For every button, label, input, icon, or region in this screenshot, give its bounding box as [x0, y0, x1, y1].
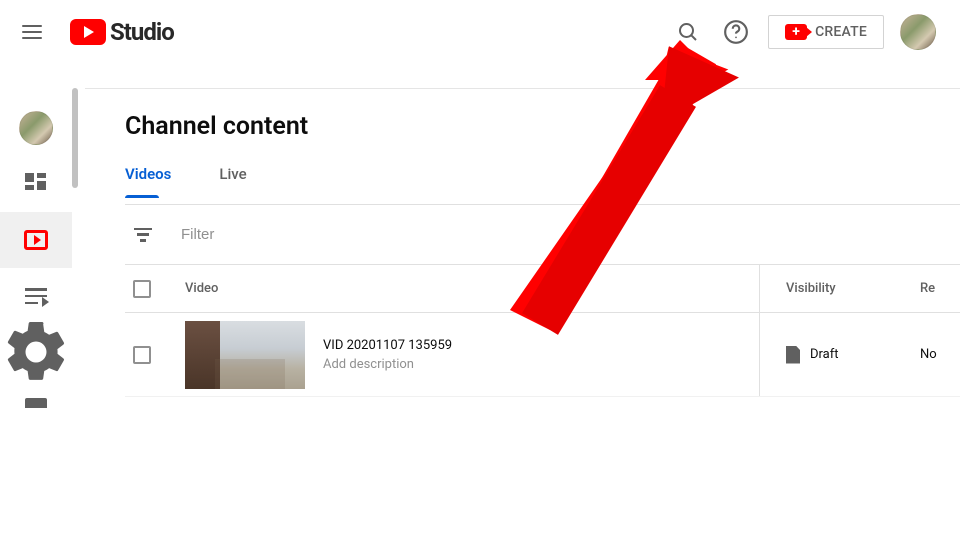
- draft-icon: [786, 346, 800, 364]
- studio-logo[interactable]: Studio: [70, 18, 174, 46]
- channel-avatar-icon: [19, 111, 53, 145]
- help-icon: [723, 19, 749, 45]
- column-restrictions[interactable]: Re: [920, 281, 960, 296]
- restrictions-value: No: [920, 347, 960, 362]
- dashboard-icon: [25, 173, 47, 195]
- sidebar-item-content[interactable]: [0, 212, 72, 268]
- search-icon: [676, 20, 700, 44]
- sidebar-item-dashboard[interactable]: [0, 156, 72, 212]
- sidebar-scrollbar[interactable]: [72, 88, 78, 188]
- tab-live[interactable]: Live: [219, 165, 254, 197]
- hamburger-icon: [22, 25, 42, 39]
- feedback-icon: [25, 398, 47, 408]
- tab-videos-label: Videos: [125, 165, 171, 183]
- playlist-icon: [25, 288, 47, 304]
- menu-button[interactable]: [12, 12, 52, 52]
- column-video[interactable]: Video: [185, 281, 759, 296]
- row-checkbox[interactable]: [133, 346, 151, 364]
- visibility-value: Draft: [810, 347, 839, 362]
- search-button[interactable]: [668, 12, 708, 52]
- sidebar-item-settings[interactable]: [0, 324, 72, 380]
- content-icon: [24, 230, 48, 250]
- table-header: Video Visibility Re: [125, 265, 960, 313]
- sidebar-item-feedback[interactable]: [0, 380, 72, 416]
- video-thumbnail[interactable]: [185, 321, 305, 389]
- create-button[interactable]: + CREATE: [768, 15, 884, 49]
- filter-input[interactable]: [181, 226, 960, 243]
- table-row[interactable]: VID 20201107 135959 Add description Draf…: [125, 313, 960, 397]
- filter-icon[interactable]: [133, 228, 153, 242]
- header: Studio + CREATE: [0, 0, 960, 64]
- tab-videos[interactable]: Videos: [125, 165, 179, 197]
- create-video-icon: +: [785, 24, 807, 40]
- video-description[interactable]: Add description: [323, 357, 452, 372]
- gear-icon: [0, 316, 72, 388]
- youtube-play-icon: [70, 19, 106, 45]
- tab-live-label: Live: [219, 165, 246, 183]
- column-visibility[interactable]: Visibility: [760, 281, 920, 296]
- brand-name: Studio: [110, 18, 174, 46]
- help-button[interactable]: [716, 12, 756, 52]
- video-title: VID 20201107 135959: [323, 338, 452, 353]
- select-all-checkbox[interactable]: [133, 280, 151, 298]
- account-avatar[interactable]: [900, 14, 936, 50]
- create-label: CREATE: [815, 24, 867, 40]
- filter-row: [125, 205, 960, 265]
- tabs: Videos Live: [125, 165, 960, 205]
- main-content: Channel content Videos Live Video Visibi…: [85, 88, 960, 540]
- sidebar: [0, 88, 72, 540]
- sidebar-channel-avatar[interactable]: [0, 100, 72, 156]
- page-title: Channel content: [125, 112, 960, 141]
